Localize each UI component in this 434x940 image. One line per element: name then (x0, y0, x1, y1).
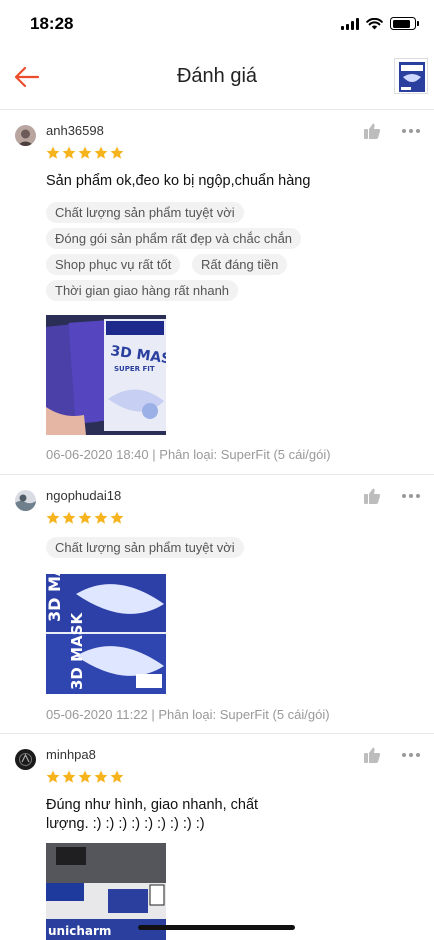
star-icon (46, 511, 60, 524)
review-meta: 05-06-2020 11:22 | Phân loại: SuperFit (… (46, 707, 330, 722)
status-time: 18:28 (30, 14, 74, 33)
star-icon (62, 770, 76, 783)
star-icon (62, 146, 76, 159)
status-icons (341, 17, 419, 30)
star-icon (110, 511, 124, 524)
review-item: anh36598 Sản phẩm ok,đeo ko bị ngộp,chuẩ… (0, 111, 434, 475)
star-icon (78, 511, 92, 524)
username[interactable]: ngophudai18 (46, 488, 121, 503)
home-indicator[interactable] (138, 925, 295, 930)
review-photo[interactable]: 3D MASK SUPER FIT (46, 315, 166, 435)
cellular-signal-icon (341, 17, 359, 30)
username[interactable]: anh36598 (46, 123, 104, 138)
more-horizontal-icon[interactable] (402, 750, 424, 760)
review-timestamp: 05-06-2020 11:22 (46, 707, 148, 722)
review-meta: 06-06-2020 18:40 | Phân loại: SuperFit (… (46, 447, 331, 462)
review-tag: Đóng gói sản phẩm rất đẹp và chắc chắn (46, 228, 302, 249)
review-photo[interactable]: 3D MASK 3D MASK (46, 574, 166, 694)
battery-level (392, 19, 411, 28)
thumb-up-icon[interactable] (363, 746, 381, 764)
star-rating (46, 511, 124, 525)
avatar[interactable] (15, 749, 36, 770)
review-tags: Chất lượng sản phẩm tuyệt vời (46, 537, 426, 559)
review-tag: Rất đáng tiền (192, 254, 288, 275)
header: Đánh giá (0, 50, 434, 110)
review-comment: Sản phẩm ok,đeo ko bị ngộp,chuẩn hàng (46, 173, 311, 189)
star-icon (94, 770, 108, 783)
review-tag: Chất lượng sản phẩm tuyệt vời (46, 537, 244, 558)
review-tags: Chất lượng sản phẩm tuyệt vời Đóng gói s… (46, 202, 426, 302)
star-rating (46, 146, 124, 160)
star-icon (46, 146, 60, 159)
review-comment: Đúng như hình, giao nhanh, chất lượng. :… (46, 797, 259, 832)
avatar[interactable] (15, 490, 36, 511)
svg-text:3D MASK: 3D MASK (68, 612, 86, 690)
product-thumbnail[interactable] (394, 58, 428, 94)
star-icon (94, 511, 108, 524)
svg-text:3D MASK: 3D MASK (46, 574, 64, 622)
thumb-up-icon[interactable] (363, 122, 381, 140)
review-item: ngophudai18 Chất lượng sản phẩm tuyệt vờ… (0, 476, 434, 734)
star-icon (46, 770, 60, 783)
review-tag: Shop phục vụ rất tốt (46, 254, 181, 275)
star-icon (78, 146, 92, 159)
star-icon (110, 146, 124, 159)
svg-text:unicharm: unicharm (48, 924, 111, 938)
battery-icon (390, 17, 419, 30)
star-rating (46, 770, 124, 784)
star-icon (94, 146, 108, 159)
more-horizontal-icon[interactable] (402, 126, 424, 136)
review-item: minhpa8 Đúng như hình, giao nhanh, chất … (0, 735, 434, 940)
star-icon (62, 511, 76, 524)
review-tag: Chất lượng sản phẩm tuyệt vời (46, 202, 244, 223)
avatar[interactable] (15, 125, 36, 146)
review-variant: Phân loại: SuperFit (5 cái/gói) (158, 707, 330, 722)
review-timestamp: 06-06-2020 18:40 (46, 447, 149, 462)
wifi-icon (366, 17, 383, 29)
review-tag: Thời gian giao hàng rất nhanh (46, 280, 239, 301)
username[interactable]: minhpa8 (46, 747, 96, 762)
review-variant: Phân loại: SuperFit (5 cái/gói) (159, 447, 331, 462)
thumb-up-icon[interactable] (363, 487, 381, 505)
star-icon (78, 770, 92, 783)
svg-text:SUPER FIT: SUPER FIT (114, 365, 155, 373)
page-title: Đánh giá (176, 65, 258, 87)
star-icon (110, 770, 124, 783)
more-horizontal-icon[interactable] (402, 491, 424, 501)
status-bar: 18:28 (0, 0, 434, 50)
